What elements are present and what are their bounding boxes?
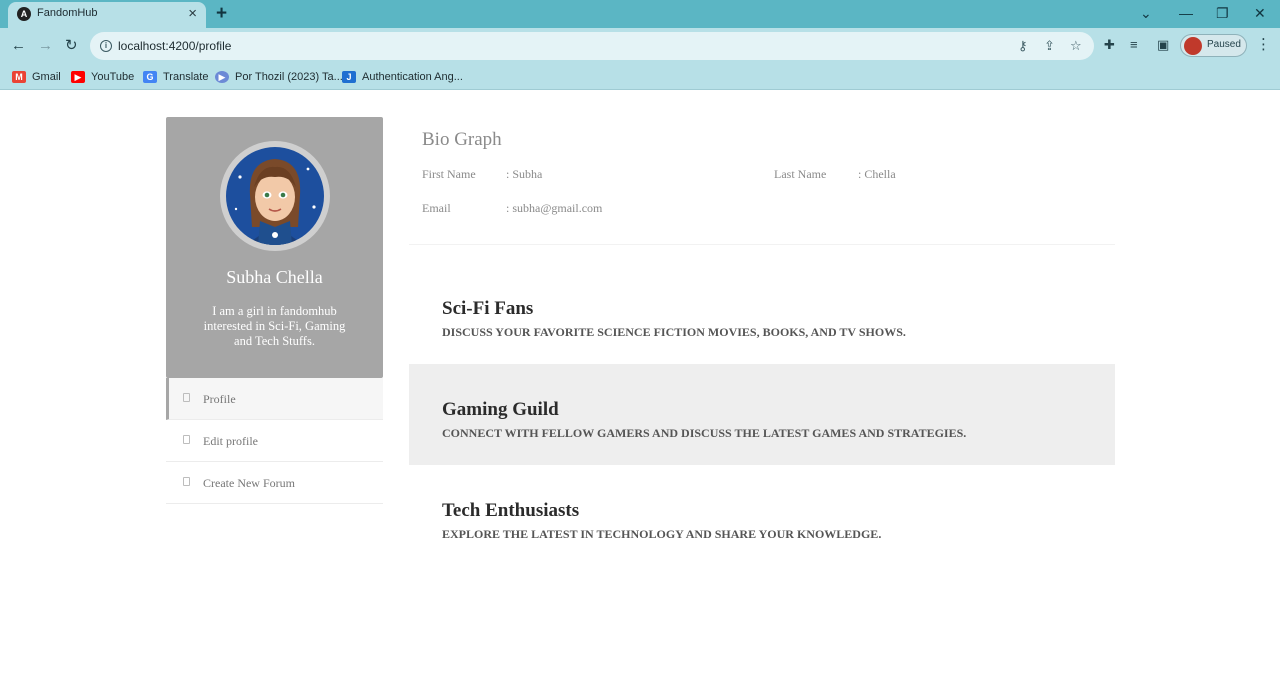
minimize-button[interactable]: —	[1179, 5, 1193, 21]
profile-button[interactable]: Paused	[1180, 34, 1247, 57]
forum-title: Tech Enthusiasts	[442, 500, 580, 521]
forum-card[interactable]: Sci-Fi Fans Discuss your favorite scienc…	[409, 263, 1115, 364]
share-icon[interactable]: ⇪	[1044, 38, 1055, 54]
menu-item-edit-profile[interactable]: Edit profile	[166, 420, 383, 462]
browser-toolbar: ← → ↻ i localhost:4200/profile ⚷ ⇪ ☆ ✚ ≡…	[0, 28, 1280, 64]
menu-item-profile[interactable]: Profile	[166, 378, 383, 420]
bookmark-translate[interactable]: G Translate	[143, 69, 208, 85]
browser-tab[interactable]: A FandomHub ×	[8, 2, 206, 28]
kebab-menu-icon[interactable]: ⋮	[1256, 36, 1271, 54]
profile-side-menu: Profile Edit profile Create New Forum	[166, 378, 383, 504]
profile-card: Subha Chella I am a girl in fandomhub in…	[166, 117, 383, 378]
tab-title: FandomHub	[37, 7, 98, 19]
translate-icon: G	[143, 71, 157, 83]
close-tab-icon[interactable]: ×	[188, 5, 197, 23]
edit-icon	[183, 435, 190, 444]
email-value: : subha@gmail.com	[506, 201, 603, 215]
info-icon[interactable]: i	[100, 40, 112, 52]
jwt-icon: J	[342, 71, 356, 83]
add-forum-icon	[183, 477, 190, 486]
address-bar[interactable]: i localhost:4200/profile ⚷ ⇪ ☆	[90, 32, 1094, 60]
bookmark-youtube[interactable]: ▶ YouTube	[71, 69, 134, 85]
forum-title: Sci-Fi Fans	[442, 298, 534, 319]
first-name-label: First Name	[422, 167, 476, 181]
last-name-value: : Chella	[858, 167, 896, 181]
tab-search-icon[interactable]: ⌄	[1140, 5, 1152, 21]
new-tab-button[interactable]: +	[216, 3, 227, 25]
extensions-icon[interactable]: ✚	[1104, 37, 1115, 53]
restore-button[interactable]: ❐	[1216, 5, 1229, 21]
key-icon[interactable]: ⚷	[1018, 38, 1028, 54]
forum-card[interactable]: Tech Enthusiasts Explore the latest in t…	[409, 465, 1115, 566]
media-queue-icon[interactable]: ≡	[1130, 37, 1138, 53]
browser-titlebar: A FandomHub × + ⌄ — ❐ ✕	[0, 0, 1280, 28]
profile-status: Paused	[1207, 39, 1241, 50]
side-panel-icon[interactable]: ▣	[1157, 37, 1169, 53]
youtube-icon: ▶	[71, 71, 85, 83]
profile-bio: I am a girl in fandomhub interested in S…	[203, 304, 346, 348]
menu-item-create-forum[interactable]: Create New Forum	[166, 462, 383, 504]
bio-graph-panel: Bio Graph First Name : Subha Last Name :…	[409, 117, 1115, 245]
forward-arrow-icon[interactable]: →	[38, 37, 53, 55]
avatar	[1184, 37, 1202, 55]
profile-avatar-image	[226, 147, 324, 245]
last-name-label: Last Name	[774, 167, 827, 181]
forum-card[interactable]: Gaming Guild Connect with fellow gamers …	[409, 364, 1115, 465]
bookmarks-bar: M Gmail ▶ YouTube G Translate ▶ Por Thoz…	[0, 64, 1280, 90]
close-window-button[interactable]: ✕	[1254, 5, 1266, 21]
bookmark-por-thozil[interactable]: ▶ Por Thozil (2023) Ta...	[215, 69, 343, 85]
back-arrow-icon[interactable]: ←	[11, 37, 26, 55]
gmail-icon: M	[12, 71, 26, 83]
forum-title: Gaming Guild	[442, 399, 559, 420]
bookmark-star-icon[interactable]: ☆	[1070, 38, 1082, 54]
bookmark-gmail[interactable]: M Gmail	[12, 69, 61, 85]
angular-icon: A	[17, 7, 31, 21]
email-label: Email	[422, 201, 451, 215]
first-name-value: : Subha	[506, 167, 543, 181]
bookmark-authentication[interactable]: J Authentication Ang...	[342, 69, 463, 85]
url-text[interactable]: localhost:4200/profile	[118, 39, 231, 53]
play-icon: ▶	[215, 71, 229, 83]
bio-graph-title: Bio Graph	[422, 129, 502, 150]
profile-name: Subha Chella	[226, 267, 323, 287]
forum-description: Connect with fellow gamers and discuss t…	[442, 426, 967, 440]
user-icon	[183, 393, 190, 402]
profile-avatar	[220, 141, 330, 251]
page-content: Subha Chella I am a girl in fandomhub in…	[0, 91, 1280, 680]
forum-description: Explore the latest in technology and sha…	[442, 527, 882, 541]
reload-icon[interactable]: ↻	[65, 37, 78, 55]
forum-description: Discuss your favorite science fiction mo…	[442, 325, 906, 339]
